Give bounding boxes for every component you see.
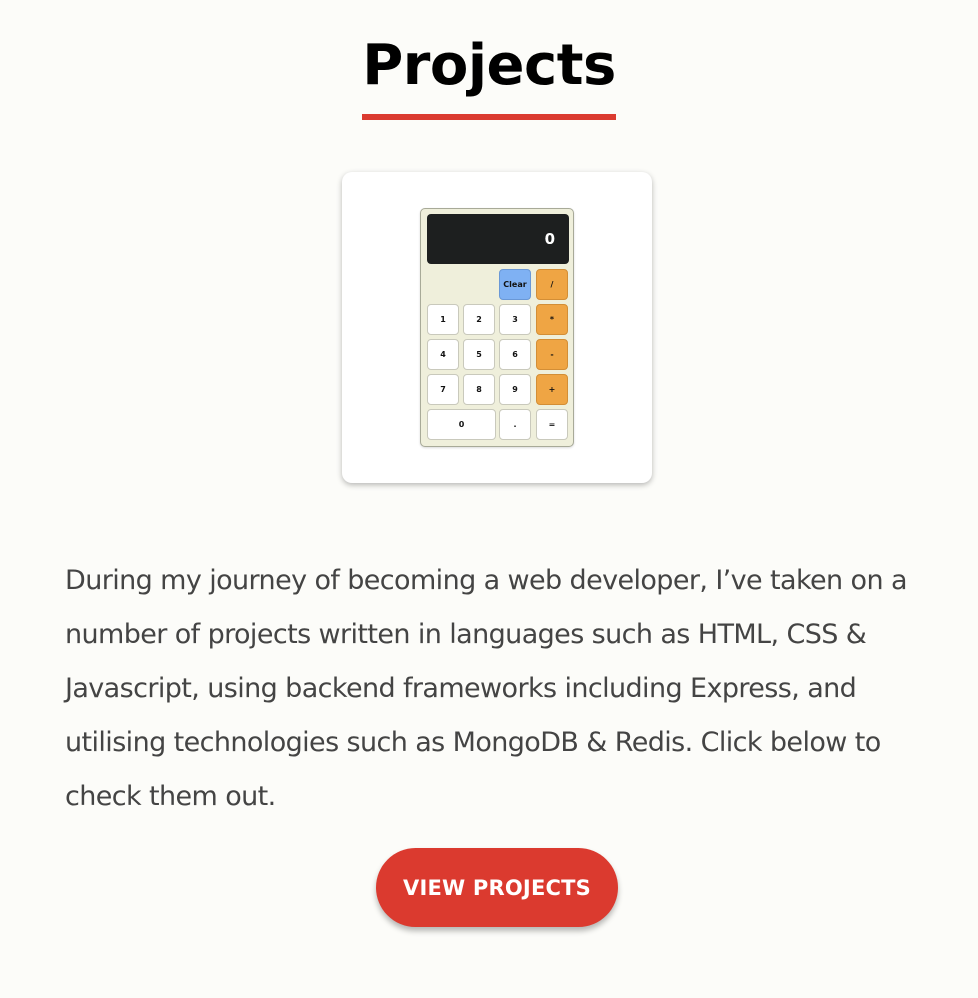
calc-key-plus: + — [536, 374, 568, 405]
calc-key-8: 8 — [463, 374, 495, 405]
calc-key-divide: / — [536, 269, 568, 300]
calc-key-5: 5 — [463, 339, 495, 370]
calc-key-decimal: . — [499, 409, 531, 440]
projects-section: Projects 0 Clear / 1 2 3 * 4 5 6 - 7 8 9… — [0, 0, 978, 998]
calc-key-equals: = — [536, 409, 568, 440]
projects-description: During my journey of becoming a web deve… — [65, 565, 908, 812]
calc-key-3: 3 — [499, 304, 531, 335]
calc-key-0: 0 — [427, 409, 496, 440]
calculator-display: 0 — [427, 214, 569, 264]
calc-key-7: 7 — [427, 374, 459, 405]
section-title: Projects — [362, 38, 616, 120]
project-thumbnail-card: 0 Clear / 1 2 3 * 4 5 6 - 7 8 9 + 0 . = — [342, 172, 652, 483]
calculator-screenshot: 0 Clear / 1 2 3 * 4 5 6 - 7 8 9 + 0 . = — [420, 208, 574, 447]
title-wrap: Projects — [0, 38, 978, 120]
calc-key-multiply: * — [536, 304, 568, 335]
calc-key-6: 6 — [499, 339, 531, 370]
calc-key-minus: - — [536, 339, 568, 370]
calc-key-9: 9 — [499, 374, 531, 405]
calc-key-2: 2 — [463, 304, 495, 335]
calc-key-4: 4 — [427, 339, 459, 370]
calc-key-clear: Clear — [499, 269, 531, 300]
calc-key-1: 1 — [427, 304, 459, 335]
view-projects-button[interactable]: VIEW PROJECTS — [376, 848, 618, 927]
